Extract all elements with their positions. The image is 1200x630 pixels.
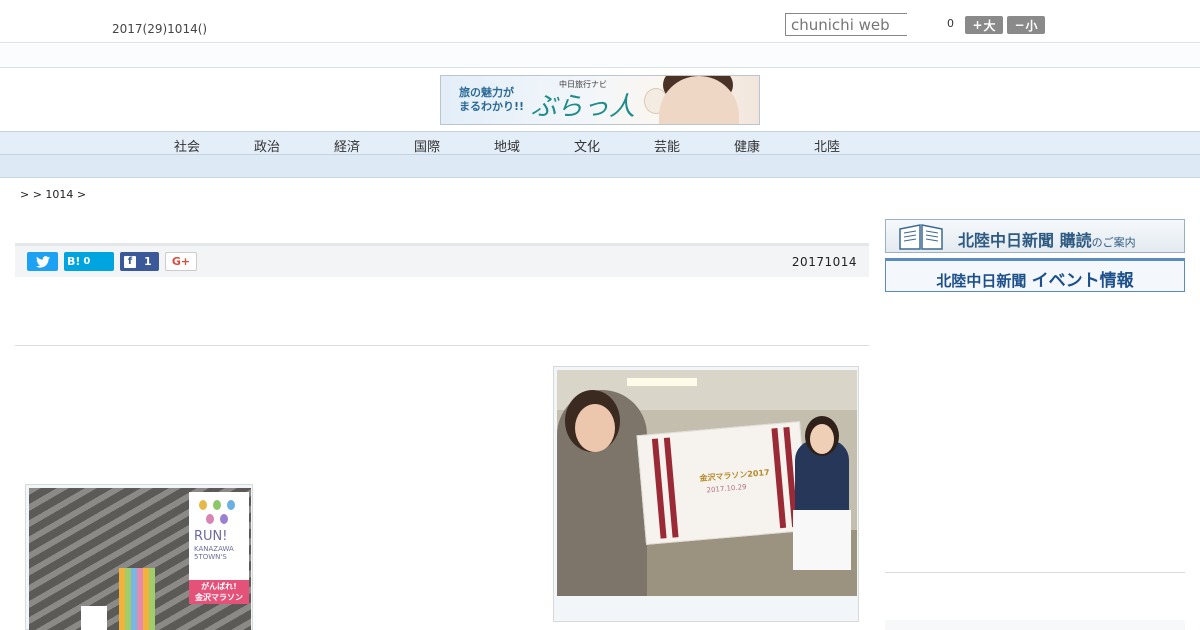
- publish-date: 20171014: [791, 255, 857, 269]
- hatena-bookmark-button[interactable]: B! 0: [64, 252, 114, 271]
- search-input[interactable]: [785, 13, 907, 36]
- event-info-ad[interactable]: 北陸中日新聞 イベント情報: [885, 258, 1185, 292]
- banner-tagline: 旅の魅力が まるわかり!!: [459, 86, 525, 113]
- article-photo-main[interactable]: 金沢マラソン2017 2017.10.29: [553, 366, 859, 622]
- nav-item-4[interactable]: 国際: [407, 136, 447, 155]
- facebook-count: 1: [144, 255, 152, 268]
- nav-item-8[interactable]: 健康: [727, 136, 767, 155]
- subscription-ad[interactable]: 北陸中日新聞 購読のご案内: [885, 219, 1185, 253]
- font-larger-button[interactable]: + 大: [965, 16, 1003, 34]
- top-bar: 2017(29)1014() 0 +大 −小: [0, 0, 1200, 43]
- sub-nav: [0, 155, 1200, 178]
- open-book-icon: [899, 224, 943, 250]
- twitter-bird-icon: [35, 255, 50, 268]
- nav-item-3[interactable]: 経済: [327, 136, 367, 155]
- font-size-count: 0: [947, 17, 954, 30]
- nav-item-1[interactable]: 社会: [167, 136, 207, 155]
- header-subbar: [0, 44, 1200, 68]
- hatena-count: 0: [83, 256, 91, 267]
- marathon-flag-photo: RUN! KANAZAWA 5TOWN'S がんばれ! 金沢マラソン: [29, 488, 251, 630]
- nav-item-2[interactable]: 政治: [247, 136, 287, 155]
- article-photo-secondary[interactable]: RUN! KANAZAWA 5TOWN'S がんばれ! 金沢マラソン: [25, 484, 253, 630]
- facebook-share-button[interactable]: f 1: [120, 252, 159, 271]
- article-divider: [15, 345, 869, 346]
- nav-item-5[interactable]: 地域: [487, 136, 527, 155]
- nav-item-7[interactable]: 芸能: [647, 136, 687, 155]
- google-plus-icon: G+: [171, 255, 191, 268]
- event-info-ad-text: 北陸中日新聞 イベント情報: [936, 271, 1134, 291]
- travel-banner-ad[interactable]: 旅の魅力が まるわかり!! 中日旅行ナビ ぶらっ人: [440, 75, 760, 125]
- flag-cheer-banner: がんばれ! 金沢マラソン: [189, 580, 249, 604]
- towel-text: 金沢マラソン2017: [699, 467, 770, 484]
- hatena-bookmark-icon: B!: [67, 255, 81, 268]
- minus-icon: −: [1014, 18, 1025, 32]
- marathon-towel: 金沢マラソン2017 2017.10.29: [636, 421, 810, 545]
- flag-run-text: RUN!: [194, 529, 228, 544]
- twitter-share-button[interactable]: [27, 252, 58, 271]
- sidebar-strip: [885, 620, 1185, 630]
- sidebar-divider: [885, 572, 1185, 573]
- googleplus-share-button[interactable]: G+: [165, 252, 197, 271]
- nav-item-6[interactable]: 文化: [567, 136, 607, 155]
- plus-icon: +: [972, 18, 983, 32]
- share-bar: B! 0 f 1 G+ 20171014: [15, 243, 869, 277]
- font-smaller-button[interactable]: − 小: [1007, 16, 1045, 34]
- flag-subtext: KANAZAWA 5TOWN'S: [194, 545, 234, 561]
- subscription-ad-text: 北陸中日新聞 購読のご案内: [958, 231, 1136, 250]
- towel-date: 2017.10.29: [706, 482, 747, 495]
- banner-brand: ぶらっ人: [531, 92, 636, 122]
- facebook-f-icon: f: [124, 255, 136, 268]
- breadcrumb[interactable]: > > 1014 >: [20, 188, 86, 201]
- main-nav: 社会 政治 経済 国際 地域 文化 芸能 健康 北陸: [0, 131, 1200, 155]
- current-date: 2017(29)1014(): [112, 22, 208, 36]
- marathon-towel-photo: 金沢マラソン2017 2017.10.29: [557, 370, 857, 596]
- run-kanazawa-flag: RUN! KANAZAWA 5TOWN'S がんばれ! 金沢マラソン: [189, 492, 249, 604]
- nav-item-9[interactable]: 北陸: [807, 136, 847, 155]
